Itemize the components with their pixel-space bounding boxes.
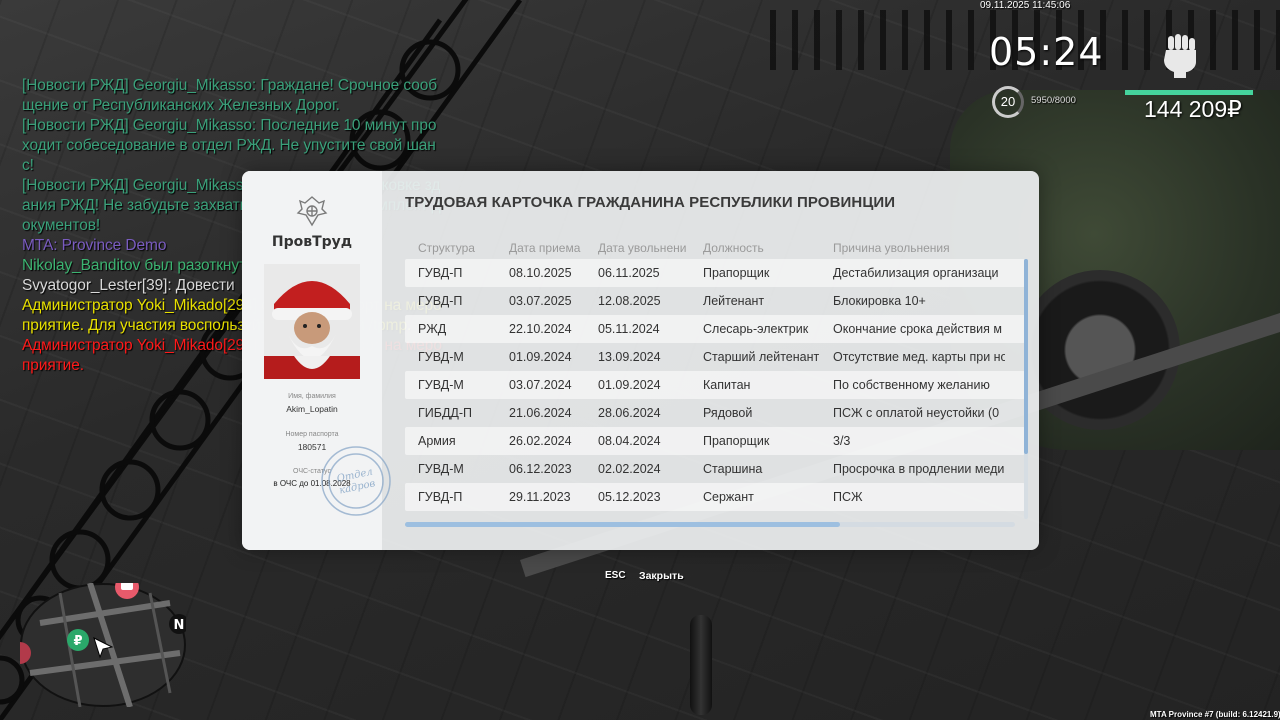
health-bar (1125, 90, 1253, 95)
svg-text:₽: ₽ (73, 634, 82, 649)
vertical-scrollbar-thumb[interactable] (1024, 259, 1028, 454)
chat-message: [Новости РЖД] Georgiu_Mikasso: Граждане!… (22, 77, 438, 114)
cell-structure: ГУВД-М (418, 462, 464, 476)
cell-dismissal-date: 05.11.2024 (598, 322, 660, 336)
column-header-dismissal-reason: Причина увольнения (833, 241, 950, 255)
close-button[interactable]: Закрыть (639, 570, 684, 582)
cell-hire-date: 06.12.2023 (509, 462, 572, 476)
hud-game-time: 05:24 (989, 30, 1104, 74)
cell-structure: ГУВД-П (418, 266, 463, 280)
chat-message: [Новости РЖД] Georgiu_Mikasso: Последние… (22, 117, 437, 174)
name-label: Имя, фамилия (288, 393, 336, 400)
card-title: ТРУДОВАЯ КАРТОЧКА ГРАЖДАНИНА РЕСПУБЛИКИ … (405, 194, 896, 211)
eagle-emblem-icon (296, 196, 328, 227)
hud-datetime: 09.11.2025 11:45:06 (980, 0, 1071, 11)
minimap: ₽ N (20, 583, 186, 707)
money-display: 144 209₽ (1144, 96, 1242, 122)
cell-structure: ГУВД-М (418, 350, 464, 364)
horizontal-scrollbar-thumb[interactable] (405, 522, 840, 527)
employment-history-table: Структура Дата приема Дата увольнени Дол… (405, 241, 1025, 511)
organization-name: ПровТруд (271, 234, 353, 250)
cell-position: Слесарь-электрик (703, 322, 809, 336)
cell-dismissal-reason: 3/3 (833, 434, 851, 448)
column-header-structure: Структура (418, 241, 475, 255)
cell-dismissal-reason: Блокировка 10+ (833, 294, 926, 308)
cell-dismissal-date: 05.12.2023 (598, 490, 661, 504)
table-header: Структура Дата приема Дата увольнени Дол… (405, 241, 1025, 259)
column-header-dismissal-date: Дата увольнени (598, 241, 687, 255)
cell-position: Капитан (703, 378, 751, 392)
cell-hire-date: 29.11.2023 (509, 490, 571, 504)
cell-dismissal-reason: Дестабилизация организаци (833, 266, 999, 280)
hr-department-stamp: Отдел кадров (321, 446, 391, 516)
cell-dismissal-reason: ПСЖ с оплатой неустойки (0 (833, 406, 1000, 420)
citizen-photo (264, 264, 360, 379)
level-badge: 20 (992, 86, 1024, 118)
bollard (690, 615, 712, 715)
cell-hire-date: 03.07.2025 (509, 294, 572, 308)
cell-dismissal-reason: По собственному желанию (833, 378, 990, 392)
cell-dismissal-date: 01.09.2024 (598, 378, 661, 392)
experience-counter: 5950/8000 (1031, 95, 1076, 106)
cell-hire-date: 21.06.2024 (509, 406, 572, 420)
cell-position: Прапорщик (703, 434, 770, 448)
cell-position: Прапорщик (703, 266, 770, 280)
cell-hire-date: 26.02.2024 (509, 434, 572, 448)
cell-structure: РЖД (418, 322, 447, 336)
cell-dismissal-reason: Отсутствие мед. карты при но (833, 350, 1005, 364)
santa-portrait (264, 264, 360, 379)
cell-structure: ГУВД-М (418, 378, 464, 392)
cell-structure: ГИБДД-П (418, 406, 473, 420)
cell-position: Лейтенант (703, 294, 765, 308)
citizen-profile-panel: ПровТруд Имя, фамилия Akim_Lopatin Номер… (242, 171, 391, 550)
cell-hire-date: 08.10.2025 (509, 266, 572, 280)
cell-dismissal-date: 13.09.2024 (598, 350, 661, 364)
cell-hire-date: 03.07.2024 (509, 378, 572, 392)
cell-dismissal-date: 06.11.2025 (598, 266, 660, 280)
table-row: Армия 26.02.2024 08.04.2024 Прапорщик 3/3 (405, 427, 1025, 455)
build-version: MTA Province #7 (build: 6.12421.9) (1150, 710, 1280, 719)
passport-label: Номер паспорта (285, 431, 339, 438)
cell-position: Рядовой (703, 406, 753, 420)
cell-dismissal-date: 28.06.2024 (598, 406, 661, 420)
cell-hire-date: 01.09.2024 (509, 350, 572, 364)
cell-structure: ГУВД-П (418, 490, 463, 504)
table-row: ГУВД-М 06.12.2023 02.02.2024 Старшина Просро… (405, 455, 1025, 483)
cell-dismissal-reason: Окончание срока действия м (833, 322, 1002, 336)
cell-hire-date: 22.10.2024 (509, 322, 572, 336)
table-row: ГУВД-М 01.09.2024 13.09.2024 Старший лейтен… (405, 343, 1025, 371)
work-card-window: ПровТруд Имя, фамилия Akim_Lopatin Номер… (242, 171, 1039, 550)
table-row: ГУВД-П 08.10.2025 06.11.2025 Прапорщик Деста… (405, 259, 1025, 287)
fist-icon (1164, 34, 1196, 78)
esc-key-hint[interactable]: ESC (605, 570, 626, 581)
cell-structure: ГУВД-П (418, 294, 463, 308)
north-letter: N (174, 618, 185, 633)
table-row: ГУВД-П 29.11.2023 05.12.2023 Сержант ПСЖ (405, 483, 1025, 511)
horizontal-scrollbar[interactable] (405, 522, 1015, 527)
health-bar-fill (1125, 90, 1253, 95)
table-row: ГИБДД-П 21.06.2024 28.06.2024 Рядовой ПСЖ с … (405, 399, 1025, 427)
cell-dismissal-reason: Просрочка в продлении меди (833, 462, 1005, 476)
cell-dismissal-reason: ПСЖ (833, 490, 863, 504)
cell-dismissal-date: 08.04.2024 (598, 434, 661, 448)
cell-position: Сержант (703, 490, 754, 504)
column-header-position: Должность (703, 241, 764, 255)
column-header-hire-date: Дата приема (509, 241, 581, 255)
cell-position: Старший лейтенант (703, 350, 820, 364)
cell-dismissal-date: 02.02.2024 (598, 462, 661, 476)
vertical-scrollbar[interactable] (1024, 259, 1028, 519)
table-row: ГУВД-П 03.07.2025 12.08.2025 Лейтенант Блоки… (405, 287, 1025, 315)
citizen-name: Akim_Lopatin (286, 404, 338, 414)
table-row: РЖД 22.10.2024 05.11.2024 Слесарь-электрик О… (405, 315, 1025, 343)
cell-structure: Армия (418, 434, 456, 448)
cell-position: Старшина (703, 462, 763, 476)
table-body[interactable]: ГУВД-П 08.10.2025 06.11.2025 Прапорщик Деста… (405, 259, 1025, 511)
table-row: ГУВД-М 03.07.2024 01.09.2024 Капитан По собс… (405, 371, 1025, 399)
cell-dismissal-date: 12.08.2025 (598, 294, 661, 308)
